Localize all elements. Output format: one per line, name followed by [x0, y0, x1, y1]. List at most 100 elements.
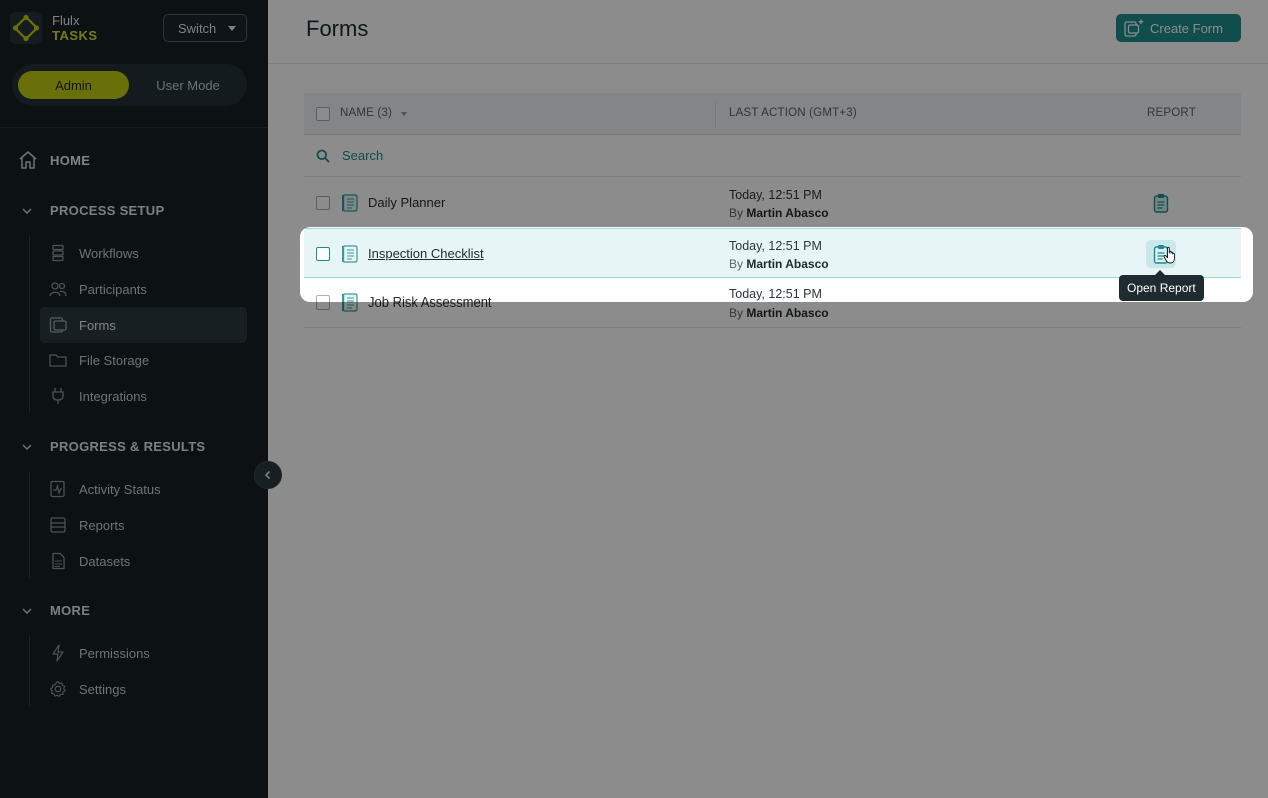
create-form-button[interactable]: Create Form	[1116, 14, 1241, 42]
main-content: Forms Create Form NAME (3) LAST ACTION (…	[268, 0, 1268, 798]
home-icon	[19, 151, 37, 169]
table-row-highlighted[interactable]: Inspection Checklist Today, 12:51 PM By …	[304, 228, 1241, 278]
chevron-down-icon	[22, 207, 32, 214]
sidebar-item-settings[interactable]: Settings	[40, 671, 247, 707]
sort-caret-icon[interactable]	[401, 112, 407, 116]
lightning-icon	[52, 644, 64, 662]
table-row[interactable]: Daily Planner Today, 12:51 PM By Martin …	[304, 178, 1241, 228]
brand[interactable]: Flulx TASKS	[10, 12, 98, 44]
nav-home-label: HOME	[50, 152, 91, 168]
column-name-header[interactable]: NAME (3)	[340, 107, 392, 119]
section-title: PROCESS SETUP	[50, 203, 165, 218]
sidebar-item-permissions[interactable]: Permissions	[40, 635, 247, 671]
sidebar-item-label: Datasets	[79, 553, 131, 569]
sidebar-item-label: File Storage	[79, 352, 150, 368]
forms-icon	[49, 317, 67, 333]
sidebar-item-label: Reports	[79, 517, 125, 533]
sidebar-item-label: Activity Status	[79, 481, 161, 497]
page-title: Forms	[306, 16, 369, 41]
sidebar-item-label: Forms	[79, 317, 116, 333]
sidebar-item-label: Settings	[79, 681, 126, 697]
sidebar: Flulx TASKS Switch Admin User Mode HOME …	[0, 0, 268, 798]
form-name-link[interactable]: Job Risk Assessment	[368, 294, 492, 302]
column-report-header: REPORT	[1147, 107, 1196, 119]
folder-icon	[49, 354, 67, 367]
form-document-icon	[342, 194, 358, 212]
table-header: NAME (3) LAST ACTION (GMT+3) REPORT	[304, 93, 1241, 135]
sidebar-item-workflows[interactable]: Workflows	[40, 235, 247, 271]
sidebar-divider	[0, 127, 268, 128]
reports-icon	[50, 517, 66, 533]
create-form-icon	[1124, 19, 1144, 37]
nav-home[interactable]: HOME	[18, 150, 90, 170]
flulx-logo-icon	[10, 12, 42, 44]
form-document-icon	[342, 245, 358, 263]
switch-label: Switch	[178, 20, 217, 36]
sidebar-item-forms[interactable]: Forms	[40, 307, 247, 343]
action-user: Martin Abasco	[746, 206, 829, 220]
workflow-icon	[52, 244, 64, 262]
admin-mode-button[interactable]: Admin	[18, 71, 129, 99]
section-line	[29, 635, 30, 706]
create-form-label: Create Form	[1150, 20, 1223, 36]
form-name-link[interactable]: Inspection Checklist	[368, 246, 484, 261]
last-action-by: By Martin Abasco	[729, 306, 829, 320]
caret-down-icon	[228, 26, 236, 31]
section-line	[29, 471, 30, 578]
action-user: Martin Abasco	[746, 257, 829, 271]
chevron-down-icon	[22, 607, 32, 614]
last-action-by: By Martin Abasco	[729, 257, 829, 271]
section-more[interactable]: MORE	[22, 603, 90, 618]
last-action-time: Today, 12:51 PM	[729, 287, 822, 301]
table-search[interactable]: Search	[304, 135, 1241, 177]
sidebar-item-reports[interactable]: Reports	[40, 507, 247, 543]
form-name-link[interactable]: Daily Planner	[368, 195, 445, 210]
row-checkbox[interactable]	[316, 247, 330, 261]
header-divider	[268, 63, 1268, 64]
sidebar-item-integrations[interactable]: Integrations	[40, 378, 247, 414]
sidebar-item-label: Integrations	[79, 388, 147, 404]
activity-icon	[50, 480, 65, 498]
sidebar-item-label: Permissions	[79, 645, 150, 661]
hand-cursor-icon	[1163, 246, 1175, 264]
row-checkbox[interactable]	[316, 196, 330, 210]
mode-toggle: Admin User Mode	[12, 64, 247, 106]
section-process-setup[interactable]: PROCESS SETUP	[22, 203, 164, 218]
clipboard-report-icon[interactable]	[1153, 193, 1169, 213]
gear-icon	[50, 680, 66, 698]
users-icon	[49, 282, 67, 297]
chevron-left-icon	[264, 470, 271, 480]
sidebar-item-datasets[interactable]: Datasets	[40, 543, 247, 579]
switch-button[interactable]: Switch	[163, 14, 247, 42]
row-checkbox[interactable]	[316, 295, 330, 302]
search-icon	[316, 149, 330, 163]
select-all-checkbox[interactable]	[316, 107, 330, 121]
form-document-icon	[342, 293, 358, 302]
datasets-icon	[52, 552, 65, 570]
sidebar-item-activity-status[interactable]: Activity Status	[40, 471, 247, 507]
last-action-time: Today, 12:51 PM	[729, 239, 822, 253]
sidebar-item-label: Workflows	[79, 245, 139, 261]
column-last-action-header: LAST ACTION (GMT+3)	[729, 107, 857, 119]
by-prefix: By	[729, 206, 744, 220]
plug-icon	[52, 388, 64, 404]
sidebar-item-file-storage[interactable]: File Storage	[40, 342, 247, 378]
by-prefix: By	[729, 257, 744, 271]
open-report-tooltip: Open Report	[1119, 270, 1204, 301]
section-progress-results[interactable]: PROGRESS & RESULTS	[22, 439, 205, 454]
sidebar-item-participants[interactable]: Participants	[40, 271, 247, 307]
sidebar-item-label: Participants	[79, 281, 147, 297]
last-action-time: Today, 12:51 PM	[729, 188, 822, 202]
tour-spotlight: Inspection Checklist Today, 12:51 PM By …	[300, 227, 1253, 302]
table-row-partial[interactable]: Job Risk Assessment Today, 12:51 PM	[304, 279, 1241, 302]
brand-name-top: Flulx	[52, 13, 80, 28]
brand-name-bottom: TASKS	[52, 28, 98, 43]
by-prefix: By	[729, 306, 744, 320]
sidebar-collapse-button[interactable]	[254, 461, 282, 489]
last-action-by: By Martin Abasco	[729, 206, 829, 220]
chevron-down-icon	[22, 443, 32, 450]
user-mode-button[interactable]: User Mode	[139, 71, 237, 99]
search-input[interactable]: Search	[342, 148, 383, 163]
section-title: MORE	[50, 603, 91, 618]
column-separator	[715, 101, 716, 127]
